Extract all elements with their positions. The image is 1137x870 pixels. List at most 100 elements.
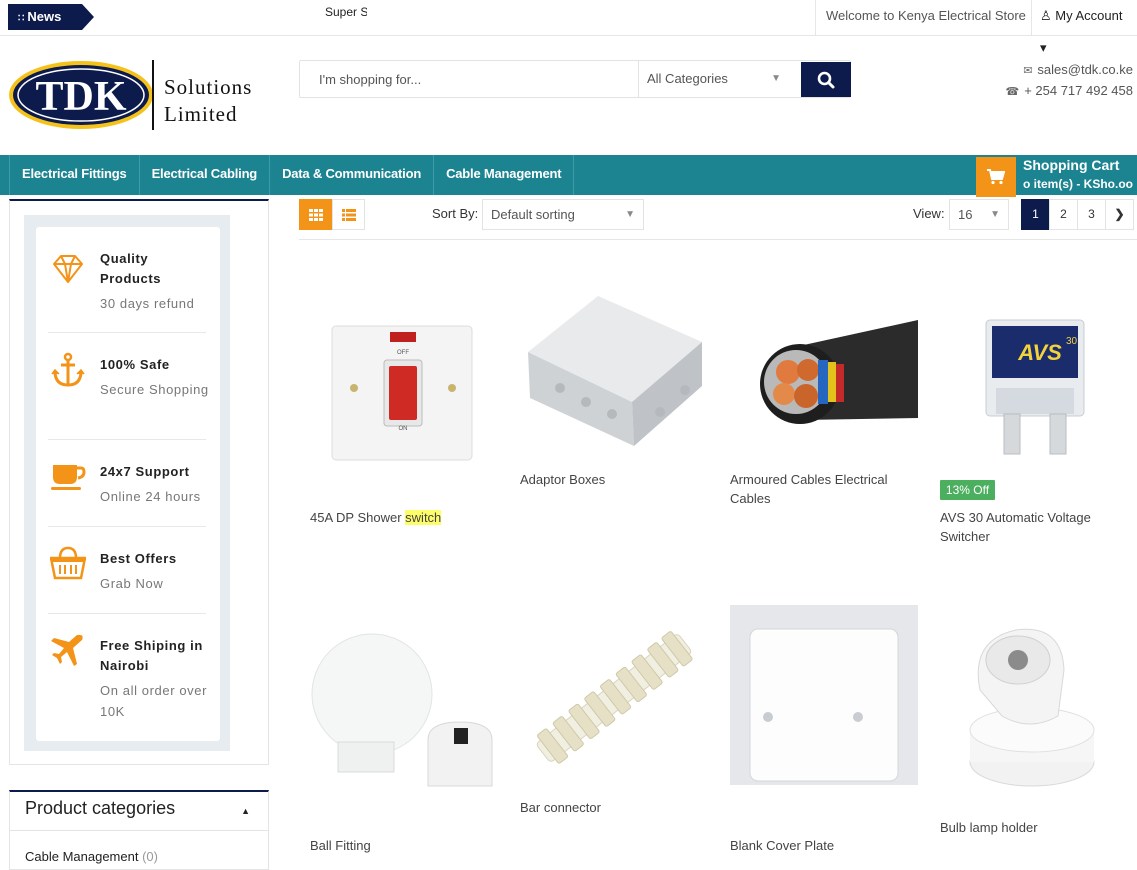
product-image[interactable] [520,610,708,790]
logo-line2: Limited [164,102,238,126]
features-list: Quality Products 30 days refund 100% Saf… [36,227,220,741]
sale-badge: 13% Off [940,480,995,500]
categories-title: Product categories [25,798,176,818]
feature-title: Free Shiping in Nairobi [100,638,203,673]
product-image[interactable] [310,610,498,790]
next-page-icon[interactable]: ❯ [1105,199,1134,230]
product-name[interactable]: Bulb lamp holder [940,818,1130,837]
product-name[interactable]: 45A DP Shower switch [310,508,500,527]
product-image[interactable] [730,605,918,785]
welcome-text: Welcome to Kenya Electrical Store [815,0,1036,35]
page-1[interactable]: 1 [1021,199,1050,230]
cart-summary: o item(s) - KSho.oo [1023,177,1133,191]
product-name[interactable]: Ball Fitting [310,836,500,855]
nav-item-electrical-fittings[interactable]: Electrical Fittings [10,155,140,195]
category-select[interactable]: All Categories ▼ [638,61,801,97]
user-icon: ♙ [1040,8,1052,23]
product-image[interactable] [940,620,1128,800]
caret-down-icon: ▼ [990,209,1000,220]
features-frame: Quality Products 30 days refund 100% Saf… [24,215,230,751]
avs-number: 30 [1066,336,1078,347]
feature-item: Best Offers Grab Now [48,527,206,614]
caret-down-icon: ▼ [625,209,635,220]
anchor-icon [51,352,85,387]
page-2[interactable]: 2 [1049,199,1078,230]
contact-email[interactable]: sales@tdk.co.ke [1037,62,1133,77]
contact-phone[interactable]: + 254 717 492 458 [1024,83,1133,98]
svg-text:OFF: OFF [397,350,409,356]
product-image[interactable]: OFF ON [310,320,498,500]
category-name: Cable Management [25,849,139,864]
list-view-button[interactable] [332,199,365,230]
view-label: View: [913,206,945,221]
category-select-value: All Categories [647,71,728,86]
nav-item-cable-management[interactable]: Cable Management [434,155,575,195]
feature-subtitle: Grab Now [100,576,164,591]
news-tag[interactable]: ∷ News [8,4,94,30]
feature-title: 100% Safe [100,357,170,372]
caret-down-icon: ▼ [771,73,781,84]
news-ticker[interactable]: Super S [325,5,367,19]
contact-info: ✉ sales@tdk.co.ke ☎ + 254 717 492 458 [1005,60,1133,102]
collapse-toggle-icon[interactable]: ▲ [241,806,250,816]
sort-select[interactable]: Default sorting ▼ [482,199,644,230]
search-icon [817,71,835,88]
page-3[interactable]: 3 [1077,199,1106,230]
grid-icon [308,208,323,221]
feature-subtitle: Secure Shopping [100,382,209,397]
category-item[interactable]: Cable Management (0) [25,849,158,864]
logo-mark: TDK [35,74,126,120]
category-count: (0) [142,849,158,864]
product-name[interactable]: Adaptor Boxes [520,470,710,489]
product-image[interactable]: AVS 30 [940,310,1128,490]
features-panel: Quality Products 30 days refund 100% Saf… [9,199,269,765]
pagination: 1 2 3 ❯ [1021,199,1134,230]
divider [10,830,268,831]
cart-title: Shopping Cart [1023,157,1120,173]
product-name[interactable]: Armoured Cables Electrical Cables [730,470,920,508]
feature-title: Best Offers [100,551,177,566]
product-name[interactable]: Bar connector [520,798,710,817]
product-image[interactable] [730,300,918,480]
svg-text:ON: ON [399,426,408,432]
logo-line1: Solutions [164,75,252,99]
search-bar: All Categories ▼ [299,60,851,98]
nav-item-electrical-cabling[interactable]: Electrical Cabling [140,155,271,195]
sort-label: Sort By: [432,206,479,221]
feature-title: 24x7 Support [100,464,190,479]
diamond-icon [53,255,83,283]
phone-icon: ☎ [1005,86,1020,98]
per-page-select[interactable]: 16 ▼ [949,199,1009,230]
feature-item: 24x7 Support Online 24 hours [48,440,206,527]
grid-view-button[interactable] [299,199,332,230]
list-icon [341,208,356,221]
product-name[interactable]: AVS 30 Automatic Voltage Switcher [940,508,1130,546]
feature-item: Free Shiping in Nairobi On all order ove… [48,614,206,729]
basket-icon [50,546,86,580]
site-logo[interactable]: TDK Solutions Limited [8,58,268,134]
avs-label: AVS [1017,340,1062,365]
cart-icon [976,157,1016,197]
feature-subtitle: Online 24 hours [100,489,201,504]
product-categories-panel: Product categories ▲ Cable Management (0… [9,790,269,870]
account-label: My Account [1055,8,1123,23]
caret-down-icon: ▾ [1040,40,1047,55]
news-label: News [27,9,62,24]
envelope-icon: ✉ [1023,65,1033,77]
feature-subtitle: 30 days refund [100,296,195,311]
search-input[interactable] [300,61,638,97]
product-name[interactable]: Blank Cover Plate [730,836,920,855]
sort-value: Default sorting [491,207,575,222]
search-button[interactable] [801,62,851,97]
product-image[interactable] [520,290,708,470]
top-bar: ∷ News Super S Welcome to Kenya Electrica… [0,0,1137,55]
per-page-value: 16 [958,207,973,222]
feature-title: Quality Products [100,251,162,286]
feature-item: 100% Safe Secure Shopping [48,333,208,440]
cup-icon [51,465,86,490]
nav-item-data-communication[interactable]: Data & Communication [270,155,435,195]
product-name-text: 45A DP Shower [310,510,402,525]
plane-icon [51,635,83,666]
my-account-menu[interactable]: ♙ My Account ▾ [1031,0,1137,55]
shopping-cart[interactable]: Shopping Cart o item(s) - KSho.oo [976,155,1137,197]
